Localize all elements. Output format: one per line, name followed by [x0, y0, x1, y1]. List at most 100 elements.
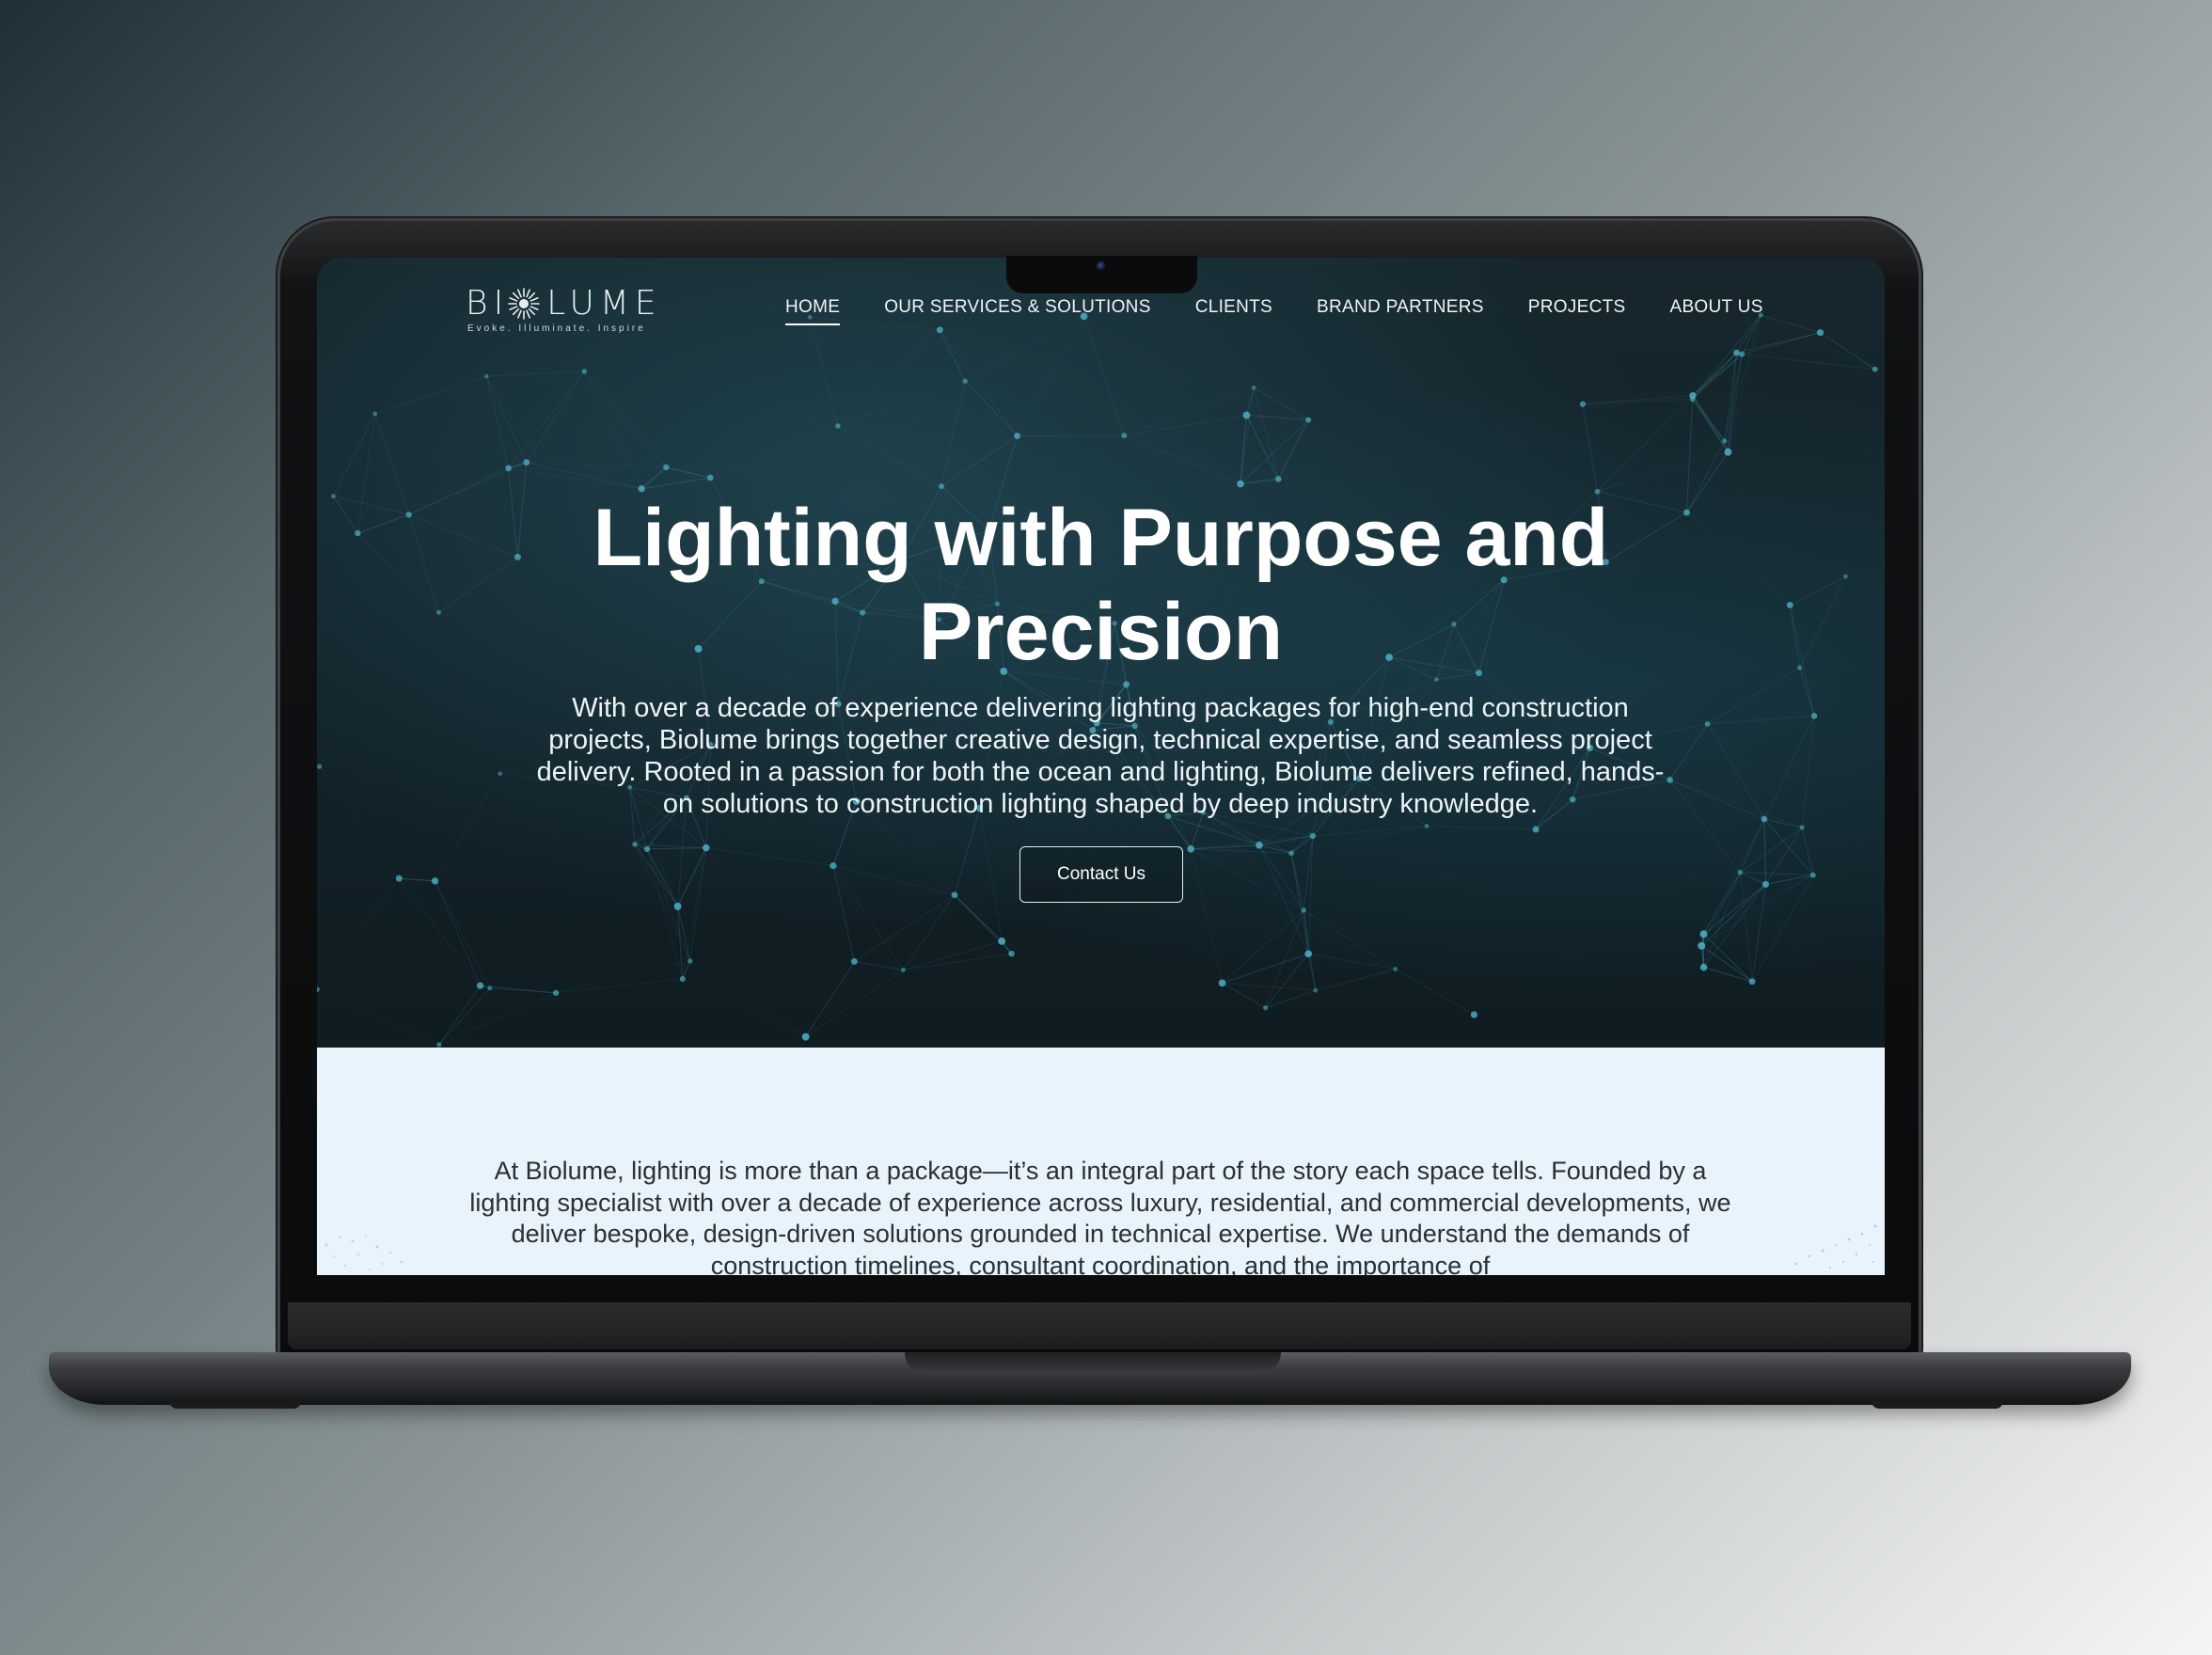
network-line: [646, 848, 691, 962]
network-node: [900, 968, 906, 972]
network-line: [434, 773, 501, 882]
network-line: [1801, 827, 1814, 875]
network-line: [317, 877, 400, 990]
network-node: [1275, 476, 1282, 482]
decorative-sparkle-left: [324, 1235, 403, 1270]
network-node: [1251, 385, 1256, 390]
network-node: [1301, 907, 1307, 913]
network-line: [434, 880, 482, 986]
nav-item-home[interactable]: HOME: [785, 297, 841, 325]
network-node: [632, 842, 638, 847]
network-line: [710, 425, 839, 479]
network-line: [1124, 434, 1241, 484]
network-node: [552, 989, 560, 997]
network-line: [1801, 716, 1815, 828]
network-line: [1190, 848, 1304, 911]
contact-us-button[interactable]: Contact Us: [1019, 846, 1183, 903]
network-line: [1304, 909, 1396, 969]
network-node: [1014, 433, 1021, 439]
network-node: [1704, 720, 1711, 727]
network-node: [951, 891, 958, 899]
network-node: [850, 957, 858, 965]
network-line: [903, 953, 1012, 971]
trackpad-notch: [905, 1352, 1281, 1375]
network-line: [526, 462, 642, 490]
network-line: [1222, 909, 1304, 984]
network-node: [1123, 681, 1130, 688]
nav-item-about-us[interactable]: ABOUT US: [1669, 297, 1762, 318]
network-node: [1810, 713, 1818, 719]
network-line: [940, 381, 966, 487]
network-line: [1427, 825, 1537, 830]
network-line: [1763, 716, 1815, 820]
network-line: [1707, 723, 1803, 828]
network-line: [1597, 399, 1693, 493]
network-line: [1124, 386, 1255, 436]
network-node: [1263, 1005, 1269, 1011]
network-line: [805, 969, 904, 1038]
network-line: [902, 894, 956, 970]
network-node: [830, 862, 837, 870]
about-section: At Biolume, lighting is more than a pack…: [317, 1048, 1885, 1275]
nav-item-brand-partners[interactable]: BRAND PARTNERS: [1317, 297, 1484, 318]
network-line: [1246, 414, 1309, 421]
network-node: [1698, 941, 1706, 950]
network-node: [1799, 825, 1805, 830]
network-node: [1748, 978, 1756, 985]
network-line: [1707, 723, 1765, 820]
network-node: [1667, 777, 1674, 783]
network-line: [485, 376, 510, 469]
network-line: [1124, 414, 1247, 436]
network-line: [954, 808, 980, 895]
network-line: [832, 865, 904, 970]
network-line: [666, 466, 711, 479]
network-line: [1669, 779, 1803, 828]
network-node: [498, 771, 503, 777]
network-node: [673, 903, 682, 910]
hero-section: BI LUME Evoke. Illuminate. Inspire HOME O…: [317, 258, 1885, 1048]
network-node: [317, 764, 323, 769]
network-line: [1312, 825, 1428, 837]
network-node: [1424, 824, 1430, 828]
network-line: [1290, 853, 1309, 954]
network-line: [1700, 945, 1753, 983]
network-node: [1218, 979, 1226, 987]
network-line: [954, 894, 1012, 954]
nav-item-projects[interactable]: PROJECTS: [1528, 297, 1626, 318]
network-line: [526, 462, 667, 468]
network-node: [1008, 950, 1015, 957]
browser-screen: BI LUME Evoke. Illuminate. Inspire HOME O…: [317, 258, 1885, 1275]
network-node: [1393, 967, 1398, 971]
network-line: [1597, 440, 1725, 493]
webcam: [1097, 261, 1106, 271]
nav-item-services[interactable]: OUR SERVICES & SOLUTIONS: [884, 297, 1150, 318]
network-line: [964, 380, 1018, 436]
network-node: [1532, 826, 1540, 833]
network-line: [805, 961, 855, 1037]
network-node: [706, 474, 714, 481]
network-line: [399, 877, 435, 882]
decorative-sparkle-right: [1794, 1224, 1877, 1269]
network-node: [1689, 396, 1696, 402]
network-line: [374, 375, 487, 415]
network-node: [1722, 438, 1728, 444]
network-node: [484, 373, 489, 379]
network-node: [835, 423, 841, 429]
network-line: [555, 960, 690, 994]
brand-logo[interactable]: BI LUME Evoke. Illuminate. Inspire: [466, 284, 672, 340]
network-line: [508, 370, 585, 469]
network-line: [1763, 819, 1766, 885]
network-line: [854, 894, 956, 962]
network-line: [1222, 982, 1266, 1009]
network-line: [438, 987, 491, 1046]
nav-item-clients[interactable]: CLIENTS: [1195, 297, 1272, 318]
network-node: [962, 378, 968, 384]
network-node: [702, 843, 710, 852]
network-node: [1470, 1011, 1478, 1018]
network-line: [832, 865, 855, 962]
network-line: [940, 435, 1018, 487]
laptop-mockup: BI LUME Evoke. Illuminate. Inspire HOME O…: [0, 0, 2212, 1655]
network-line: [486, 370, 585, 377]
network-node: [431, 877, 439, 885]
logo-wordmark: BI LUME: [466, 284, 662, 323]
